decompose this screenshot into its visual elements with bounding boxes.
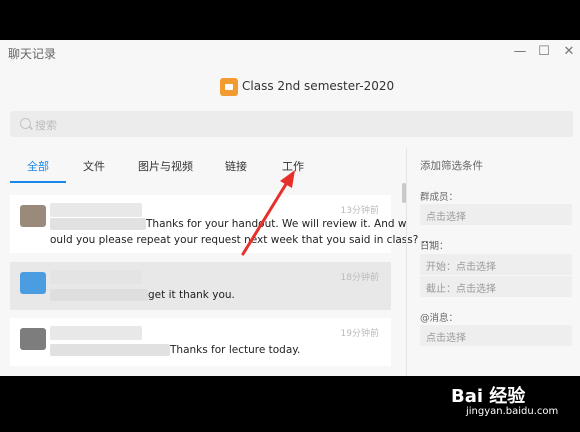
search-placeholder: 搜索 — [35, 119, 57, 132]
active-tab-indicator — [10, 181, 66, 183]
watermark-url: jingyan.baidu.com — [466, 406, 559, 417]
redacted-text — [50, 289, 148, 301]
panel-divider — [406, 148, 407, 376]
message-text-line1: Thanks for your handout. We will review … — [146, 218, 407, 230]
tab-links[interactable]: 链接 — [225, 158, 247, 174]
tab-images-videos[interactable]: 图片与视频 — [138, 158, 193, 174]
tab-bar: 全部 文件 图片与视频 链接 工作 — [10, 152, 404, 184]
member-filter-label: 群成员： — [420, 192, 459, 203]
search-icon — [20, 118, 31, 129]
maximize-icon[interactable]: ☐ — [535, 43, 553, 61]
sender-name-blurred — [50, 203, 142, 217]
sender-name-blurred — [50, 270, 142, 284]
minimize-icon[interactable]: — — [511, 43, 529, 61]
group-avatar-icon — [220, 78, 238, 96]
tab-all[interactable]: 全部 — [27, 158, 49, 174]
avatar — [20, 328, 46, 350]
avatar — [20, 205, 46, 227]
title-bar: 聊天记录 — ☐ ✕ — [0, 40, 580, 66]
redacted-text — [50, 344, 170, 356]
filter-title: 添加筛选条件 — [420, 160, 483, 172]
group-header: Class 2nd semester-2020 — [0, 77, 580, 99]
message-item[interactable]: 18分钟前 get it thank you. — [10, 262, 391, 310]
group-name: Class 2nd semester-2020 — [242, 79, 395, 93]
tab-files[interactable]: 文件 — [83, 158, 105, 174]
end-date-select[interactable]: 截止：点击选择 — [420, 276, 572, 297]
message-text-line1: Thanks for lecture today. — [170, 344, 301, 356]
message-time: 18分钟前 — [340, 273, 379, 283]
redacted-text — [50, 218, 146, 230]
tab-work[interactable]: 工作 — [282, 158, 304, 174]
letterbox-top — [0, 0, 580, 40]
watermark-brand: Bai 经验 — [451, 386, 526, 407]
end-date-text: 截止：点击选择 — [426, 284, 496, 295]
mention-select[interactable]: 点击选择 — [420, 325, 572, 346]
message-time: 13分钟前 — [340, 206, 379, 216]
close-icon[interactable]: ✕ — [560, 43, 578, 61]
message-time: 19分钟前 — [340, 329, 379, 339]
start-date-text: 开始：点击选择 — [426, 262, 496, 273]
message-item[interactable]: 13分钟前 Thanks for your handout. We will r… — [10, 195, 432, 253]
start-date-select[interactable]: 开始：点击选择 — [420, 254, 572, 275]
message-item[interactable]: 19分钟前 Thanks for lecture today. — [10, 318, 391, 366]
message-text-line2: ould you please repeat your request next… — [50, 234, 432, 246]
sender-name-blurred — [50, 326, 142, 340]
date-filter-label: 日期： — [420, 241, 449, 252]
mention-select-text: 点击选择 — [426, 333, 466, 344]
member-select[interactable]: 点击选择 — [420, 204, 572, 225]
chat-history-window: 聊天记录 — ☐ ✕ Class 2nd semester-2020 搜索 全部… — [0, 40, 580, 376]
search-input[interactable]: 搜索 — [10, 111, 573, 137]
mention-filter-label: @消息： — [420, 313, 459, 324]
member-select-text: 点击选择 — [426, 212, 466, 223]
window-title: 聊天记录 — [8, 47, 57, 61]
baidu-jingyan-logo: Bai 经验 — [451, 382, 571, 407]
message-text-line1: get it thank you. — [148, 289, 235, 301]
avatar — [20, 272, 46, 294]
